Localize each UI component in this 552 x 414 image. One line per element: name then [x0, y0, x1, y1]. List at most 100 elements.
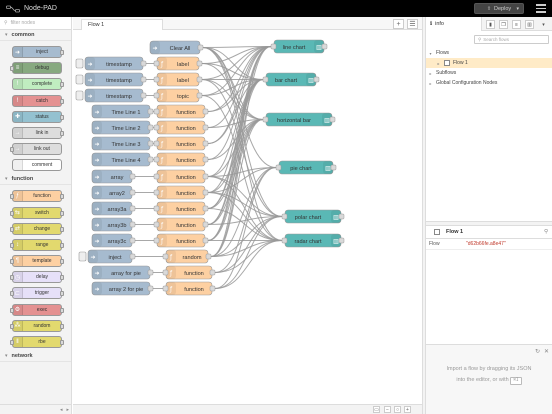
input-port[interactable]: [281, 213, 288, 220]
tree-global-config[interactable]: ▸ Global Configuration Nodes: [426, 78, 552, 88]
palette-node-catch[interactable]: ! catch: [12, 94, 64, 107]
input-port[interactable]: [10, 340, 14, 345]
collapse-icon[interactable]: ◂: [60, 407, 63, 413]
output-port[interactable]: [147, 269, 154, 276]
output-port[interactable]: [140, 60, 147, 67]
palette-category-network[interactable]: ▾ network: [0, 351, 71, 362]
flow-node-f5[interactable]: ƒ function: [153, 169, 209, 184]
palette-category-common[interactable]: ▾ common: [0, 30, 71, 41]
chevron-down-icon[interactable]: ▾: [516, 6, 519, 12]
output-port[interactable]: [129, 221, 136, 228]
output-port[interactable]: [140, 76, 147, 83]
tree-flow-1[interactable]: ▸ Flow 1: [426, 58, 552, 68]
output-port[interactable]: [209, 285, 216, 292]
flow-node-f8[interactable]: ƒ function: [153, 217, 209, 232]
chevron-right-icon[interactable]: ▸: [428, 81, 433, 86]
flow-node-f6[interactable]: ƒ function: [153, 185, 209, 200]
output-port[interactable]: [60, 98, 64, 104]
output-port[interactable]: [60, 259, 64, 265]
flow-node-f_label1[interactable]: ƒ label: [153, 56, 203, 71]
input-port[interactable]: [153, 173, 160, 180]
flow-node-a2p[interactable]: ➜ array 2 for pie: [91, 281, 154, 296]
output-port[interactable]: [60, 340, 64, 345]
input-port[interactable]: [281, 237, 288, 244]
flow-canvas[interactable]: ➜ Clear All ➜ timestamp ➜ timestamp ➜ timestamp…: [73, 30, 422, 404]
close-icon[interactable]: ✕: [544, 348, 549, 355]
palette-node-inject[interactable]: ➜ inject: [12, 46, 64, 58]
output-port[interactable]: [196, 76, 203, 83]
output-port[interactable]: [196, 60, 203, 67]
flow-node-f1[interactable]: ƒ function: [153, 104, 209, 119]
output-port[interactable]: [129, 253, 136, 260]
output-port[interactable]: [329, 116, 336, 123]
tree-flows[interactable]: ▾ Flows: [426, 48, 552, 58]
main-menu-button[interactable]: [536, 4, 546, 13]
flow-node-tl3[interactable]: ➜ Time Line 3: [91, 136, 154, 151]
output-port[interactable]: [202, 237, 209, 244]
output-port[interactable]: [60, 194, 64, 200]
inject-trigger-button[interactable]: [75, 58, 84, 69]
output-port[interactable]: [129, 189, 136, 196]
inject-trigger-button[interactable]: [75, 90, 84, 101]
input-port[interactable]: [10, 307, 14, 313]
refresh-icon[interactable]: ↻: [535, 348, 540, 355]
flow-node-fp1[interactable]: ƒ function: [162, 265, 216, 280]
output-port[interactable]: [338, 237, 345, 244]
input-port[interactable]: [10, 194, 14, 200]
flow-node-tl1[interactable]: ➜ Time Line 1: [91, 104, 154, 119]
palette-node-exec[interactable]: ⚙ exec: [10, 303, 64, 316]
input-port[interactable]: [153, 108, 160, 115]
input-port[interactable]: [10, 226, 14, 232]
output-port[interactable]: [60, 130, 64, 136]
flow-node-tl4[interactable]: ➜ Time Line 4: [91, 152, 154, 167]
input-port[interactable]: [10, 210, 14, 216]
palette-node-change[interactable]: ⇄ change: [10, 222, 64, 235]
flow-node-f2[interactable]: ƒ function: [153, 120, 209, 135]
flow-node-f4[interactable]: ƒ function: [153, 152, 209, 167]
flow-node-f_label2[interactable]: ƒ label: [153, 72, 203, 87]
tab-dashboard[interactable]: ▥: [525, 20, 534, 29]
tab-context[interactable]: ≡: [512, 20, 521, 29]
sidebar-search[interactable]: ⚲ Search flows: [474, 35, 549, 44]
input-port[interactable]: [10, 275, 14, 281]
input-port[interactable]: [262, 76, 269, 83]
chevron-right-icon[interactable]: ▸: [428, 71, 433, 76]
flow-node-ts1[interactable]: ➜ timestamp: [75, 56, 147, 71]
output-port[interactable]: [60, 323, 64, 329]
zoom-in-button[interactable]: +: [404, 406, 411, 413]
flow-node-ar3c[interactable]: ➜ array3c: [91, 233, 136, 248]
output-port[interactable]: [202, 189, 209, 196]
flow-node-afp[interactable]: ➜ array for pie: [91, 265, 154, 280]
input-port[interactable]: [153, 76, 160, 83]
input-port[interactable]: [153, 92, 160, 99]
chevron-down-icon[interactable]: ▾: [5, 353, 8, 359]
input-port[interactable]: [270, 43, 277, 50]
output-port[interactable]: [205, 253, 212, 260]
input-port[interactable]: [162, 285, 169, 292]
output-port[interactable]: [321, 43, 328, 50]
flow-node-fp2[interactable]: ƒ function: [162, 281, 216, 296]
chevron-right-icon[interactable]: ▸: [436, 61, 441, 66]
flow-node-ar3a[interactable]: ➜ array3a: [91, 201, 136, 216]
palette-node-template[interactable]: ¶ template: [10, 255, 64, 268]
output-port[interactable]: [129, 205, 136, 212]
input-port[interactable]: [153, 124, 160, 131]
search-icon[interactable]: ⚲: [544, 229, 548, 235]
output-port[interactable]: [60, 210, 64, 216]
output-port[interactable]: [202, 156, 209, 163]
output-port[interactable]: [147, 285, 154, 292]
output-port[interactable]: [147, 108, 154, 115]
zoom-out-button[interactable]: −: [384, 406, 391, 413]
output-port[interactable]: [147, 124, 154, 131]
flow-node-ar[interactable]: ➜ array: [91, 169, 136, 184]
output-port[interactable]: [202, 108, 209, 115]
output-port[interactable]: [129, 237, 136, 244]
expand-icon[interactable]: ▸: [66, 407, 69, 413]
output-port[interactable]: [60, 291, 64, 297]
flow-node-c_bar[interactable]: ▥ bar chart: [262, 72, 320, 87]
output-port[interactable]: [60, 114, 64, 120]
input-port[interactable]: [10, 147, 14, 153]
input-port[interactable]: [153, 140, 160, 147]
sidebar-tabs-menu[interactable]: ▾: [539, 20, 548, 29]
palette-node-comment[interactable]: comment: [12, 159, 62, 172]
